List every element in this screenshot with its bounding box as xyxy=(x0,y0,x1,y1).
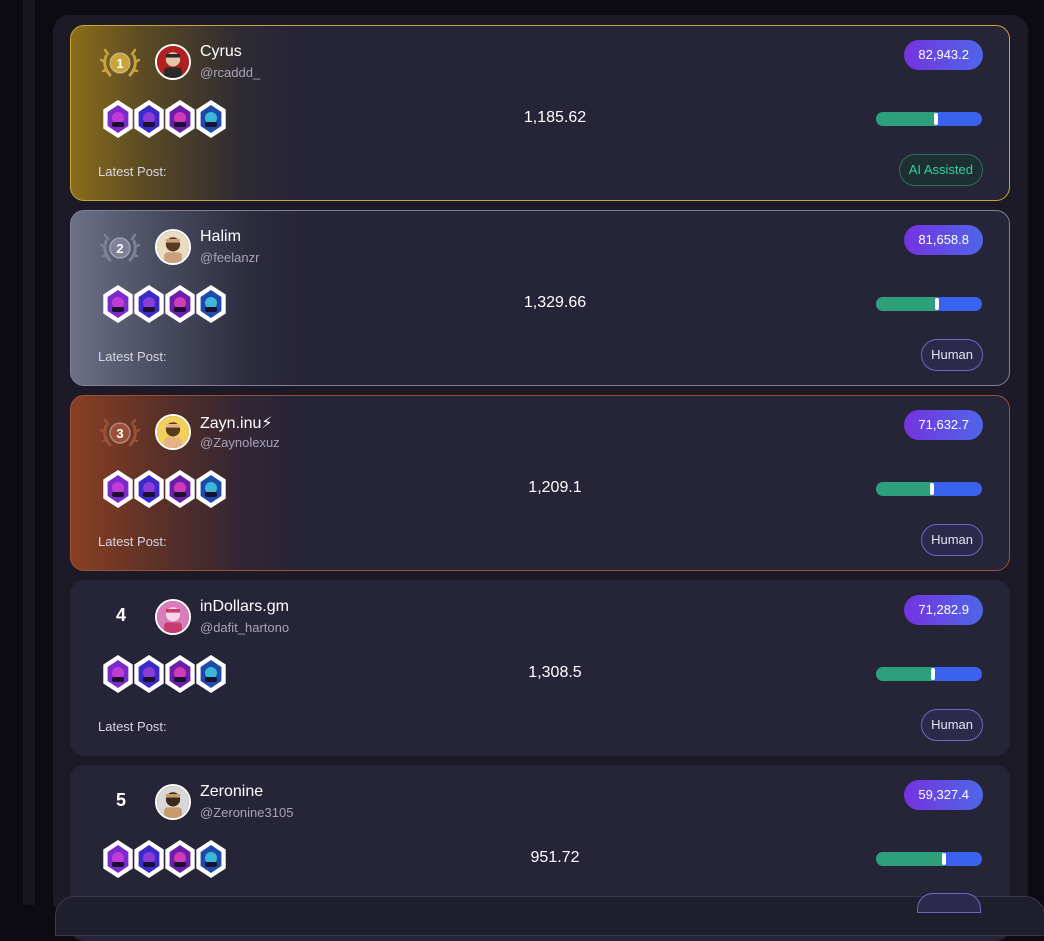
avatar[interactable] xyxy=(155,414,191,450)
ratio-bar-fill xyxy=(876,482,932,496)
ratio-bar-marker xyxy=(931,668,935,680)
ratio-bar xyxy=(876,667,982,681)
post-type-tag: Human xyxy=(921,339,983,371)
score-badge: 71,282.9 xyxy=(904,595,983,625)
metric-value: 1,185.62 xyxy=(523,109,587,126)
user-handle: @dafit_hartono xyxy=(200,620,290,635)
score-badge: 71,632.7 xyxy=(904,410,983,440)
user-name[interactable]: inDollars.gm xyxy=(200,598,289,616)
ratio-bar-fill xyxy=(876,667,933,681)
post-type-tag xyxy=(917,893,981,913)
user-name[interactable]: Zayn.inu⚡ xyxy=(200,413,273,433)
ratio-bar xyxy=(876,297,982,311)
user-handle: @Zaynolexuz xyxy=(200,435,280,450)
latest-post-label: Latest Post: xyxy=(98,164,167,179)
score-badge: 82,943.2 xyxy=(904,40,983,70)
avatar[interactable] xyxy=(155,784,191,820)
ratio-bar-marker xyxy=(935,298,939,310)
post-type-tag: Human xyxy=(921,524,983,556)
rank-number: 4 xyxy=(115,605,126,625)
svg-text:2: 2 xyxy=(116,241,123,256)
user-name[interactable]: Zeronine xyxy=(200,783,263,801)
ratio-bar-marker xyxy=(930,483,934,495)
ratio-bar xyxy=(876,482,982,496)
user-name[interactable]: Cyrus xyxy=(200,43,242,61)
svg-text:3: 3 xyxy=(116,426,123,441)
post-type-tag: Human xyxy=(921,709,983,741)
bottom-bar xyxy=(55,896,1044,936)
user-name[interactable]: Halim xyxy=(200,228,241,246)
score-badge: 81,658.8 xyxy=(904,225,983,255)
post-type-tag: AI Assisted xyxy=(898,154,983,186)
ratio-bar-fill xyxy=(876,852,944,866)
latest-post-label: Latest Post: xyxy=(98,534,167,549)
avatar[interactable] xyxy=(155,599,191,635)
user-handle: @Zeronine3105 xyxy=(200,805,294,820)
avatar[interactable] xyxy=(155,229,191,265)
ratio-bar-marker xyxy=(942,853,946,865)
leaderboard-row[interactable]: 1 Cyrus @rcaddd_ 82,943.2 1,185.62 Lates… xyxy=(70,25,1010,201)
score-badge: 59,327.4 xyxy=(904,780,983,810)
avatar[interactable] xyxy=(155,44,191,80)
ratio-bar-fill xyxy=(876,297,937,311)
rank-number: 5 xyxy=(115,790,126,810)
silver-medal-icon: 2 xyxy=(99,227,141,267)
latest-post-label: Latest Post: xyxy=(98,719,167,734)
leaderboard-row[interactable]: 2 Halim @feelanzr 81,658.8 1,329.66 Late… xyxy=(70,210,1010,386)
metric-value: 1,209.1 xyxy=(528,479,582,496)
ratio-bar xyxy=(876,852,982,866)
user-handle: @feelanzr xyxy=(200,250,260,265)
svg-text:1: 1 xyxy=(116,56,123,71)
metric-value: 1,308.5 xyxy=(528,664,582,681)
metric-value: 951.72 xyxy=(530,849,580,866)
ratio-bar-marker xyxy=(934,113,938,125)
leaderboard-row[interactable]: 4 inDollars.gm @dafit_hartono 71,282.9 1… xyxy=(70,580,1010,756)
ratio-bar-fill xyxy=(876,112,936,126)
bronze-medal-icon: 3 xyxy=(99,412,141,452)
left-rail xyxy=(23,0,35,905)
leaderboard-row[interactable]: 3 Zayn.inu⚡ @Zaynolexuz 71,632.7 1,209.1… xyxy=(70,395,1010,571)
user-handle: @rcaddd_ xyxy=(200,65,261,80)
gold-medal-icon: 1 xyxy=(99,42,141,82)
ratio-bar xyxy=(876,112,982,126)
metric-value: 1,329.66 xyxy=(523,294,587,311)
latest-post-label: Latest Post: xyxy=(98,349,167,364)
